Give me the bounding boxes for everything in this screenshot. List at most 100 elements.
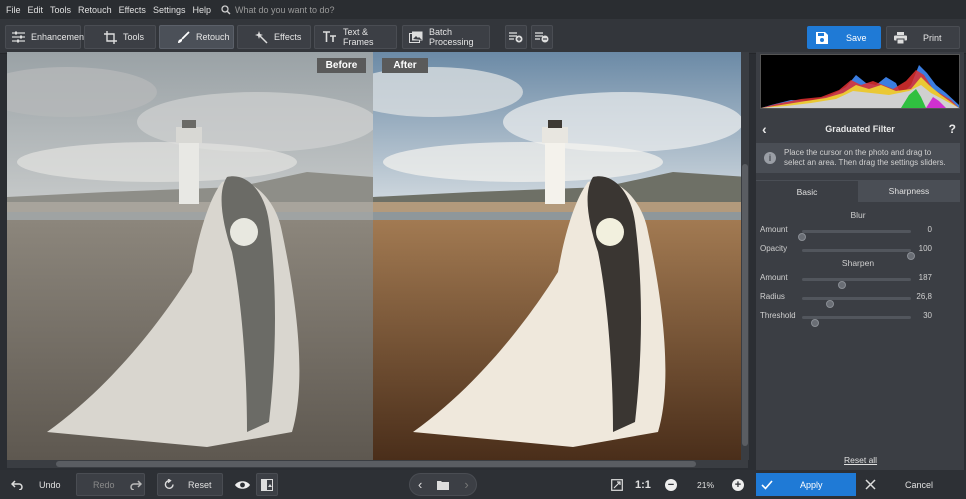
zoom-out-button[interactable]: − [664,473,678,496]
preview-eye-button[interactable] [232,473,252,496]
previous-image-icon[interactable]: ‹ [418,477,422,492]
slider-value: 26,8 [916,292,932,301]
zoom-level[interactable]: 21% [697,473,714,496]
compare-view-button[interactable] [256,473,278,496]
tab-label: Retouch [196,32,230,42]
slider-sharpen-amount[interactable]: Amount 187 [756,272,960,289]
tab-text-frames[interactable]: Text & Frames [314,25,397,49]
info-text: Place the cursor on the photo and drag t… [784,148,946,167]
folder-icon[interactable] [437,480,450,490]
info-box: i Place the cursor on the photo and drag… [756,143,960,173]
zoom-out-icon: − [665,478,677,491]
close-icon [865,479,876,490]
tab-sharpness[interactable]: Sharpness [858,180,960,202]
cancel-button[interactable]: Cancel [858,473,960,496]
after-label: After [382,58,428,73]
menu-bar: File Edit Tools Retouch Effects Settings… [0,0,966,19]
crop-icon [103,30,117,44]
blur-section-title: Blur [850,210,866,220]
back-arrow-icon[interactable]: ‹ [762,121,767,137]
image-canvas[interactable]: Before After [7,52,748,460]
slider-value: 0 [927,225,932,234]
cancel-label: Cancel [905,479,934,490]
slider-track[interactable] [802,278,911,289]
slider-knob[interactable] [798,233,806,241]
panel-subtabs: Basic Sharpness [756,180,960,202]
reset-label: Reset [188,479,212,490]
tab-label: Text & Frames [343,27,374,47]
apply-label: Apply [800,479,823,490]
slider-sharpen-threshold[interactable]: Threshold 30 [756,310,960,327]
tab-basic[interactable]: Basic [756,180,858,202]
slider-value: 187 [918,273,932,282]
tab-retouch[interactable]: Retouch [159,25,234,49]
undo-button[interactable]: Undo [4,473,70,496]
floppy-disk-icon [816,31,828,44]
tab-enhancement[interactable]: Enhancement [5,25,87,49]
zoom-in-button[interactable]: + [731,473,745,496]
redo-label: Redo [93,479,115,490]
slider-label: Amount [760,225,788,234]
images-icon [409,30,423,44]
redo-icon [129,479,142,490]
tab-label: Tools [123,32,145,42]
reset-button[interactable]: Reset [157,473,223,496]
slider-blur-amount[interactable]: Amount 0 [756,224,960,241]
menu-tools[interactable]: Tools [50,5,71,15]
slider-track[interactable] [802,316,911,327]
checkmark-icon [761,479,773,490]
slider-label: Opacity [760,244,788,253]
add-preset-button[interactable] [505,25,527,49]
slider-label: Threshold [760,311,796,320]
print-button[interactable]: Print [886,26,960,49]
slider-track[interactable] [802,297,911,308]
scroll-thumb[interactable] [742,164,748,446]
apply-button[interactable]: Apply [756,473,856,496]
undo-icon [11,479,23,490]
reset-icon [164,479,174,489]
slider-label: Radius [760,292,785,301]
list-remove-icon [535,32,549,43]
before-photo [7,52,373,460]
menu-help[interactable]: Help [192,5,211,15]
histogram [760,54,960,109]
slider-track[interactable] [798,230,911,241]
menu-settings[interactable]: Settings [153,5,186,15]
menu-file[interactable]: File [6,5,21,15]
slider-label: Amount [760,273,788,282]
actual-size-button[interactable]: 1:1 [635,473,651,496]
slider-sharpen-radius[interactable]: Radius 26,8 [756,291,960,308]
reset-all-link[interactable]: Reset all [844,455,877,465]
tab-batch-processing[interactable]: Batch Processing [402,25,490,49]
save-button[interactable]: Save [807,26,881,49]
help-icon[interactable]: ? [949,122,956,136]
vertical-scrollbar[interactable] [741,52,749,460]
sparkle-icon [254,30,268,44]
remove-preset-button[interactable] [531,25,553,49]
tab-label: Batch Processing [429,27,474,47]
slider-value: 30 [923,311,932,320]
slider-track[interactable] [802,249,915,260]
menu-edit[interactable]: Edit [28,5,44,15]
app-window: File Edit Tools Retouch Effects Settings… [0,0,966,499]
text-icon [323,30,337,44]
tab-label: Enhancement [31,32,87,42]
menu-retouch[interactable]: Retouch [78,5,112,15]
info-icon: i [764,152,776,164]
search-placeholder: What do you want to do? [234,4,335,15]
save-label: Save [846,32,867,43]
brush-icon [176,30,190,44]
tab-tools[interactable]: Tools [84,25,156,49]
slider-value: 100 [918,244,932,253]
fit-to-screen-button[interactable] [608,473,626,496]
redo-button[interactable]: Redo [76,473,145,496]
scroll-thumb[interactable] [56,461,696,467]
undo-label: Undo [39,479,61,490]
slider-blur-opacity[interactable]: Opacity 100 [756,243,960,260]
next-image-icon[interactable]: › [464,477,468,492]
menu-effects[interactable]: Effects [119,5,146,15]
horizontal-scrollbar[interactable] [7,460,748,468]
after-photo [373,52,748,460]
search-box[interactable]: What do you want to do? [221,5,335,15]
tab-effects[interactable]: Effects [237,25,311,49]
